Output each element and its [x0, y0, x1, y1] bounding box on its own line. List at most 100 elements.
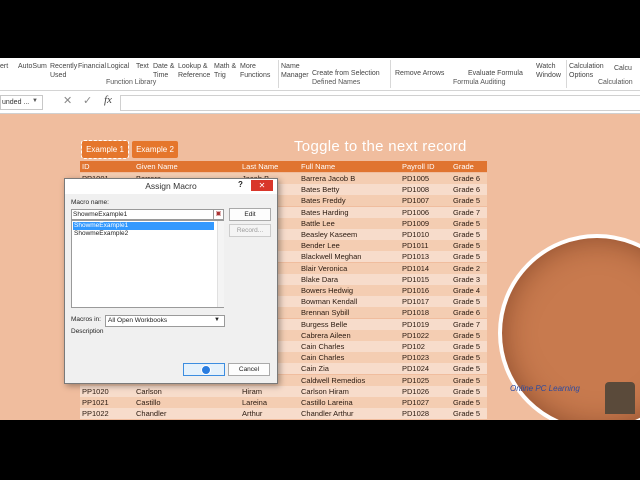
cell-grade[interactable]: Grade 5	[453, 331, 480, 340]
cell-full[interactable]: Blair Veronica	[301, 264, 347, 273]
chevron-down-icon[interactable]: ▼	[214, 315, 220, 325]
cell-grade[interactable]: Grade 6	[453, 174, 480, 183]
ribbon-insert-fragment[interactable]: ert	[0, 62, 8, 71]
cell-grade[interactable]: Grade 5	[453, 297, 480, 306]
financial-button[interactable]: Financial	[78, 62, 106, 71]
cell-payroll[interactable]: PD1013	[402, 252, 429, 261]
cell-payroll[interactable]: PD1025	[402, 376, 429, 385]
cell-full[interactable]: Blackwell Meghan	[301, 252, 361, 261]
logical-button[interactable]: Logical	[107, 62, 129, 71]
cell-last[interactable]: Lareina	[242, 398, 267, 407]
cell-payroll[interactable]: PD1014	[402, 264, 429, 273]
cell-full[interactable]: Battle Lee	[301, 219, 335, 228]
macro-list[interactable]: ShowmeExample1 ShowmeExample2	[71, 220, 224, 308]
cell-full[interactable]: Bates Freddy	[301, 196, 346, 205]
autosum-button[interactable]: AutoSum	[18, 62, 47, 71]
cell-grade[interactable]: Grade 5	[453, 230, 480, 239]
enter-icon[interactable]: ✓	[83, 94, 92, 107]
cell-grade[interactable]: Grade 2	[453, 264, 480, 273]
collapse-dialog-icon[interactable]: ▣	[213, 209, 224, 220]
cell-id[interactable]: PP1021	[82, 398, 109, 407]
date-time-button[interactable]: Date & Time	[153, 62, 177, 80]
cell-grade[interactable]: Grade 4	[453, 286, 480, 295]
create-from-selection-button[interactable]: Create from Selection	[312, 69, 380, 78]
cell-payroll[interactable]: PD1028	[402, 409, 429, 418]
help-icon[interactable]: ?	[238, 180, 243, 189]
cell-grade[interactable]: Grade 5	[453, 398, 480, 407]
edit-button[interactable]: Edit	[229, 208, 271, 221]
cell-last[interactable]: Hiram	[242, 387, 262, 396]
cell-full[interactable]: Bates Betty	[301, 185, 339, 194]
cell-full[interactable]: Cain Zia	[301, 364, 329, 373]
cell-full[interactable]: Carlson Hiram	[301, 387, 349, 396]
lookup-reference-button[interactable]: Lookup & Reference	[178, 62, 212, 80]
cell-grade[interactable]: Grade 3	[453, 275, 480, 284]
cell-given[interactable]: Castillo	[136, 398, 161, 407]
cell-grade[interactable]: Grade 7	[453, 320, 480, 329]
cell-full[interactable]: Burgess Belle	[301, 320, 347, 329]
recently-used-button[interactable]: Recently Used	[50, 62, 78, 80]
cell-full[interactable]: Bowman Kendall	[301, 297, 357, 306]
cell-full[interactable]: Cabrera Aileen	[301, 331, 351, 340]
example2-button[interactable]: Example 2	[132, 141, 178, 158]
text-button[interactable]: Text	[136, 62, 149, 71]
cell-id[interactable]: PP1020	[82, 387, 109, 396]
cell-payroll[interactable]: PD1010	[402, 230, 429, 239]
macros-in-select[interactable]: All Open Workbooks	[105, 315, 225, 327]
cell-full[interactable]: Brennan Sybill	[301, 308, 349, 317]
cell-payroll[interactable]: PD1008	[402, 185, 429, 194]
cell-id[interactable]: PP1022	[82, 409, 109, 418]
cell-full[interactable]: Cain Charles	[301, 353, 344, 362]
watch-window-button[interactable]: Watch Window	[536, 62, 562, 80]
cell-grade[interactable]: Grade 5	[453, 409, 480, 418]
cell-payroll[interactable]: PD1005	[402, 174, 429, 183]
cell-grade[interactable]: Grade 7	[453, 208, 480, 217]
list-item[interactable]: ShowmeExample1	[73, 222, 214, 230]
cell-given[interactable]: Carlson	[136, 387, 162, 396]
cell-payroll[interactable]: PD102	[402, 342, 425, 351]
cell-payroll[interactable]: PD1022	[402, 331, 429, 340]
cell-grade[interactable]: Grade 5	[453, 196, 480, 205]
cell-payroll[interactable]: PD1024	[402, 364, 429, 373]
math-trig-button[interactable]: Math & Trig	[214, 62, 238, 80]
cell-payroll[interactable]: PD1016	[402, 286, 429, 295]
cell-full[interactable]: Bates Harding	[301, 208, 349, 217]
cell-grade[interactable]: Grade 5	[453, 342, 480, 351]
cell-grade[interactable]: Grade 6	[453, 308, 480, 317]
cell-payroll[interactable]: PD1018	[402, 308, 429, 317]
fx-icon[interactable]: fx	[104, 94, 112, 106]
cell-full[interactable]: Caldwell Remedios	[301, 376, 365, 385]
cell-payroll[interactable]: PD1019	[402, 320, 429, 329]
cancel-button[interactable]: Cancel	[228, 363, 270, 376]
cell-grade[interactable]: Grade 5	[453, 376, 480, 385]
cell-full[interactable]: Bender Lee	[301, 241, 340, 250]
cell-full[interactable]: Cain Charles	[301, 342, 344, 351]
table-row[interactable]: PP1021 Castillo Lareina Castillo Lareina PD1…	[80, 397, 487, 408]
cell-payroll[interactable]: PD1023	[402, 353, 429, 362]
cell-grade[interactable]: Grade 5	[453, 241, 480, 250]
cell-grade[interactable]: Grade 5	[453, 387, 480, 396]
evaluate-formula-button[interactable]: Evaluate Formula	[468, 69, 523, 78]
remove-arrows-button[interactable]: Remove Arrows	[395, 69, 444, 78]
cell-full[interactable]: Blake Dara	[301, 275, 338, 284]
table-row[interactable]: PP1020 Carlson Hiram Carlson Hiram PD1026 Gra…	[80, 385, 487, 397]
cell-full[interactable]: Castillo Lareina	[301, 398, 353, 407]
cell-grade[interactable]: Grade 5	[453, 219, 480, 228]
list-item[interactable]: ShowmeExample2	[73, 230, 214, 238]
cancel-icon[interactable]: ✕	[63, 94, 72, 107]
cell-full[interactable]: Barrera Jacob B	[301, 174, 355, 183]
close-icon[interactable]: ✕	[251, 180, 273, 191]
cell-payroll[interactable]: PD1006	[402, 208, 429, 217]
example1-button[interactable]: Example 1	[81, 140, 129, 159]
cell-grade[interactable]: Grade 5	[453, 364, 480, 373]
cell-payroll[interactable]: PD1015	[402, 275, 429, 284]
name-manager-button[interactable]: Name Manager	[281, 62, 309, 80]
chevron-down-icon[interactable]: ▼	[32, 95, 38, 108]
calculation-options-button[interactable]: Calculation Options	[569, 62, 604, 80]
cell-full[interactable]: Bowers Hedwig	[301, 286, 353, 295]
calculate-now-button[interactable]: Calcu	[614, 64, 632, 73]
table-row[interactable]: PP1022 Chandler Arthur Chandler Arthur PD102…	[80, 408, 487, 420]
cell-grade[interactable]: Grade 6	[453, 185, 480, 194]
cell-full[interactable]: Chandler Arthur	[301, 409, 354, 418]
cell-given[interactable]: Chandler	[136, 409, 166, 418]
